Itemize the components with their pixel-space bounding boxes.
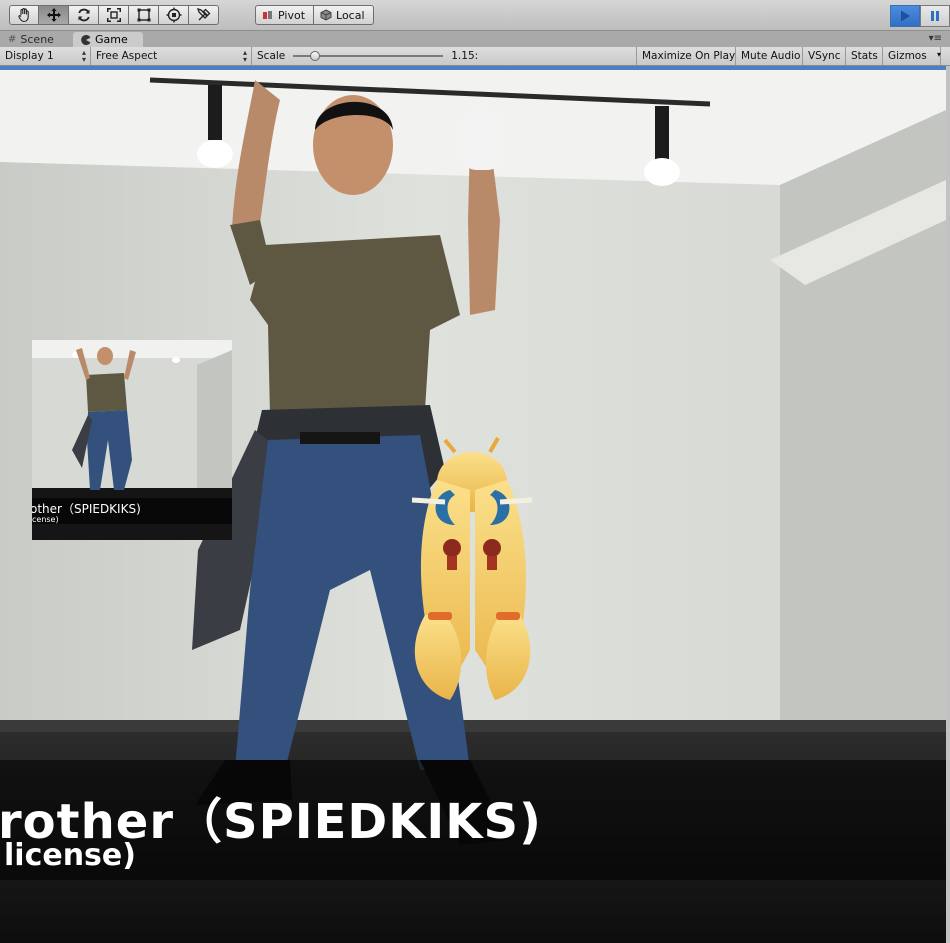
aspect-dropdown[interactable]: Free Aspect ▴ ▾ xyxy=(91,47,252,65)
pivot-label: Pivot xyxy=(278,8,306,22)
scene-grid-icon: # xyxy=(8,34,17,45)
tab-game-label: Game xyxy=(95,33,128,46)
scale-value: 1.15: xyxy=(451,50,479,62)
vsync-toggle[interactable]: VSync xyxy=(803,47,846,65)
pause-button[interactable] xyxy=(920,5,950,27)
display-label: Display 1 xyxy=(5,50,54,62)
playback-controls xyxy=(890,5,950,27)
scale-tool-button[interactable] xyxy=(99,5,129,25)
video-caption-line2: license) xyxy=(4,838,136,873)
play-icon xyxy=(901,10,910,22)
gizmos-dropdown[interactable]: Gizmos ▾ xyxy=(883,47,941,65)
gizmos-arrow-icon: ▾ xyxy=(936,50,941,59)
rotate-tool-button[interactable] xyxy=(69,5,99,25)
move-tool-button[interactable] xyxy=(39,5,69,25)
mute-audio-toggle[interactable]: Mute Audio xyxy=(736,47,803,65)
mute-label: Mute Audio xyxy=(741,50,801,62)
editor-tab-row: # Scene Game ▾≡ xyxy=(0,31,950,47)
scale-label: Scale xyxy=(257,50,286,62)
pause-icon xyxy=(931,11,939,21)
play-button[interactable] xyxy=(890,5,920,27)
baseboard xyxy=(0,720,946,734)
gizmos-label: Gizmos xyxy=(888,50,927,62)
scale-control: Scale 1.15: xyxy=(252,47,637,65)
main-toolbar: Pivot Local xyxy=(0,0,950,31)
scale-slider[interactable] xyxy=(293,51,444,61)
game-pacman-icon xyxy=(81,34,91,45)
transform-tools xyxy=(9,5,219,25)
move-icon xyxy=(46,8,61,22)
maximize-label: Maximize On Play xyxy=(642,50,736,62)
game-viewport[interactable]: rother（SPIEDKIKS) license) other（SPIEDKI… xyxy=(0,66,946,943)
custom-tool-icon xyxy=(196,7,210,21)
rotate-icon xyxy=(77,8,90,22)
scale-slider-thumb[interactable] xyxy=(310,51,321,61)
local-button[interactable]: Local xyxy=(314,5,374,25)
custom-tool-button[interactable] xyxy=(189,5,219,25)
tab-scene[interactable]: # Scene xyxy=(0,32,62,47)
stats-toggle[interactable]: Stats xyxy=(846,47,883,65)
display-dropdown[interactable]: Display 1 ▴ ▾ xyxy=(0,47,91,65)
hand-tool-button[interactable] xyxy=(9,5,39,25)
hand-icon xyxy=(18,8,29,23)
rect-tool-button[interactable] xyxy=(129,5,159,25)
pivot-icon xyxy=(263,11,272,19)
transform-tool-button[interactable] xyxy=(159,5,189,25)
pivot-toggle-group: Pivot Local xyxy=(255,5,374,25)
rect-icon xyxy=(137,8,150,22)
maximize-on-play-toggle[interactable]: Maximize On Play xyxy=(637,47,736,65)
tab-scene-label: Scene xyxy=(20,33,54,46)
stats-label: Stats xyxy=(851,50,878,62)
video-thumbnail-preview: other（SPIEDKIKS) cense) xyxy=(32,340,232,540)
tab-menu-icon[interactable]: ▾≡ xyxy=(929,33,942,44)
pivot-button[interactable]: Pivot xyxy=(255,5,315,25)
scale-icon xyxy=(106,8,121,22)
display-updown-icon: ▴ ▾ xyxy=(81,48,86,64)
tab-game[interactable]: Game xyxy=(73,32,143,47)
transform-icon xyxy=(166,7,181,23)
local-cube-icon xyxy=(320,9,332,21)
game-view-controls: Display 1 ▴ ▾ Free Aspect ▴ ▾ Scale 1.15: … xyxy=(0,47,950,66)
aspect-updown-icon: ▴ ▾ xyxy=(242,48,247,64)
local-label: Local xyxy=(336,8,365,22)
vsync-label: VSync xyxy=(808,50,841,62)
aspect-label: Free Aspect xyxy=(96,50,158,62)
thumbnail-caption-line2: cense) xyxy=(32,515,59,524)
